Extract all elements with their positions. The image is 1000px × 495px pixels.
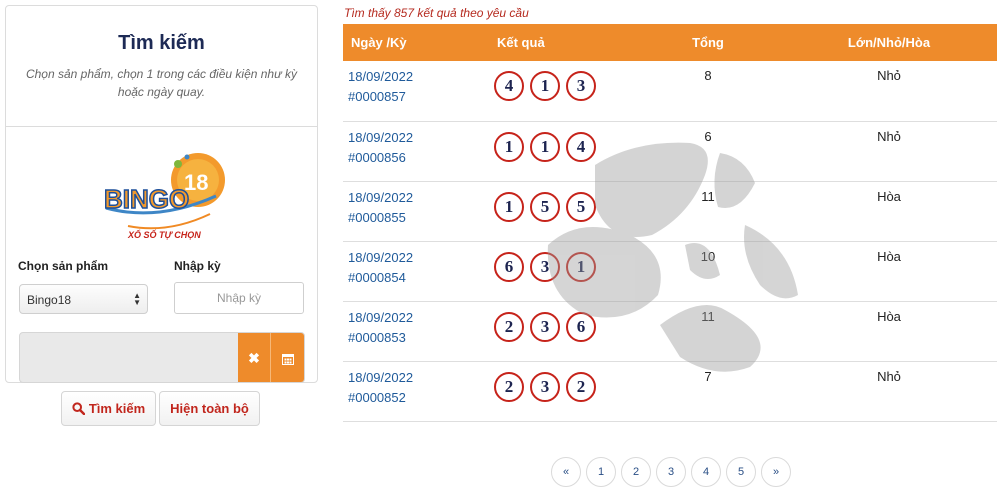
result-ball: 2 (566, 371, 596, 402)
total-cell: 11 (635, 301, 781, 362)
result-ball: 1 (530, 71, 560, 101)
table-row: 18/09/2022 #0000856 114 6 Nhỏ (343, 121, 997, 182)
total-cell: 6 (635, 121, 781, 182)
total-cell: 11 (635, 181, 781, 242)
draw-cell[interactable]: 18/09/2022 #0000852 (343, 361, 450, 422)
search-icon (72, 402, 85, 415)
result-ball: 1 (566, 251, 596, 282)
result-ball: 3 (530, 251, 560, 282)
page-button-3[interactable]: 3 (656, 457, 686, 487)
draw-cell[interactable]: 18/09/2022 #0000854 (343, 241, 450, 302)
page-button-2[interactable]: 2 (621, 457, 651, 487)
size-cell: Nhỏ (781, 361, 997, 422)
show-all-button-label: Hiện toàn bộ (170, 401, 249, 416)
result-cell: 631 (450, 241, 635, 302)
search-hint: Chọn sản phẩm, chọn 1 trong các điều kiệ… (25, 67, 298, 99)
bingo18-logo: BINGO 18 XỔ SỐ TỰ CHỌN (98, 150, 233, 246)
draw-date[interactable]: 18/09/2022 (348, 308, 450, 328)
table-row: 18/09/2022 #0000855 155 11 Hòa (343, 181, 997, 242)
product-label: Chọn sản phẩm (18, 259, 109, 273)
result-ball: 6 (494, 251, 524, 282)
result-ball: 1 (494, 191, 524, 222)
chevron-updown-icon: ▲ ▼ (133, 291, 141, 307)
draw-number[interactable]: #0000857 (348, 87, 450, 107)
search-title: Tìm kiếm (118, 32, 205, 54)
result-ball: 2 (494, 371, 524, 402)
results-table: Ngày /Kỳ Kết quả Tổng Lớn/Nhỏ/Hòa 18/09/… (343, 24, 997, 422)
clear-date-button[interactable]: ✖ (238, 333, 271, 382)
logo-text: BINGO (104, 184, 189, 214)
logo-number: 18 (184, 170, 208, 195)
result-ball: 3 (530, 371, 560, 402)
table-row: 18/09/2022 #0000852 232 7 Nhỏ (343, 361, 997, 422)
page-button-5[interactable]: 5 (726, 457, 756, 487)
header-size: Lớn/Nhỏ/Hòa (847, 35, 931, 50)
header-date: Ngày /Kỳ (351, 35, 407, 50)
draw-cell[interactable]: 18/09/2022 #0000857 (343, 61, 450, 122)
result-cell: 232 (450, 361, 635, 422)
show-all-button[interactable]: Hiện toàn bộ (159, 391, 260, 426)
total-cell: 8 (635, 61, 781, 122)
size-cell: Hòa (781, 241, 997, 302)
result-count: Tìm thấy 857 kết quả theo yêu cầu (344, 6, 529, 20)
total-cell: 7 (635, 361, 781, 422)
result-ball: 4 (494, 71, 524, 101)
product-select-value: Bingo18 (27, 293, 72, 307)
table-row: 18/09/2022 #0000857 413 8 Nhỏ (343, 61, 997, 122)
period-label: Nhập kỳ (174, 259, 221, 273)
logo-tagline: XỔ SỐ TỰ CHỌN (127, 229, 201, 240)
size-cell: Hòa (781, 301, 997, 362)
calendar-button[interactable] (271, 333, 304, 382)
close-icon: ✖ (248, 350, 260, 366)
result-ball: 3 (530, 311, 560, 342)
total-cell: 10 (635, 241, 781, 302)
page-button-1[interactable]: 1 (586, 457, 616, 487)
draw-number[interactable]: #0000856 (348, 148, 450, 168)
product-select[interactable]: Bingo18 ▲ ▼ (19, 284, 148, 314)
table-row: 18/09/2022 #0000854 631 10 Hòa (343, 241, 997, 302)
result-cell: 236 (450, 301, 635, 362)
draw-number[interactable]: #0000853 (348, 328, 450, 348)
draw-date[interactable]: 18/09/2022 (348, 128, 450, 148)
result-ball: 4 (566, 131, 596, 162)
draw-date[interactable]: 18/09/2022 (348, 368, 450, 388)
result-ball: 1 (530, 131, 560, 162)
result-cell: 155 (450, 181, 635, 242)
table-row: 18/09/2022 #0000853 236 11 Hòa (343, 301, 997, 362)
size-cell: Nhỏ (781, 61, 997, 122)
pagination: « 1 2 3 4 5 » (551, 457, 791, 487)
result-cell: 413 (450, 61, 635, 122)
page-prev-button[interactable]: « (551, 457, 581, 487)
draw-cell[interactable]: 18/09/2022 #0000855 (343, 181, 450, 242)
draw-cell[interactable]: 18/09/2022 #0000853 (343, 301, 450, 362)
search-button[interactable]: Tìm kiếm (61, 391, 156, 426)
search-button-label: Tìm kiếm (88, 401, 146, 416)
draw-number[interactable]: #0000854 (348, 268, 450, 288)
size-cell: Hòa (781, 181, 997, 242)
result-cell: 114 (450, 121, 635, 182)
size-cell: Nhỏ (781, 121, 997, 182)
calendar-icon (281, 353, 294, 365)
page-next-button[interactable]: » (761, 457, 791, 487)
draw-number[interactable]: #0000855 (348, 208, 450, 228)
table-header: Ngày /Kỳ Kết quả Tổng Lớn/Nhỏ/Hòa (343, 24, 997, 61)
search-panel: Tìm kiếm Chọn sản phẩm, chọn 1 trong các… (5, 5, 318, 383)
result-ball: 5 (566, 191, 596, 222)
result-ball: 2 (494, 311, 524, 342)
date-range-field[interactable]: ✖ (19, 332, 305, 383)
period-input[interactable] (174, 282, 304, 314)
result-ball: 6 (566, 311, 596, 342)
draw-date[interactable]: 18/09/2022 (348, 188, 450, 208)
draw-cell[interactable]: 18/09/2022 #0000856 (343, 121, 450, 182)
search-header: Tìm kiếm Chọn sản phẩm, chọn 1 trong các… (6, 6, 317, 127)
result-ball: 3 (566, 71, 596, 101)
draw-number[interactable]: #0000852 (348, 388, 450, 408)
header-total: Tổng (692, 35, 724, 50)
page-button-4[interactable]: 4 (691, 457, 721, 487)
header-result: Kết quả (497, 35, 545, 50)
draw-date[interactable]: 18/09/2022 (348, 67, 450, 87)
result-ball: 1 (494, 131, 524, 162)
draw-date[interactable]: 18/09/2022 (348, 248, 450, 268)
result-ball: 5 (530, 191, 560, 222)
